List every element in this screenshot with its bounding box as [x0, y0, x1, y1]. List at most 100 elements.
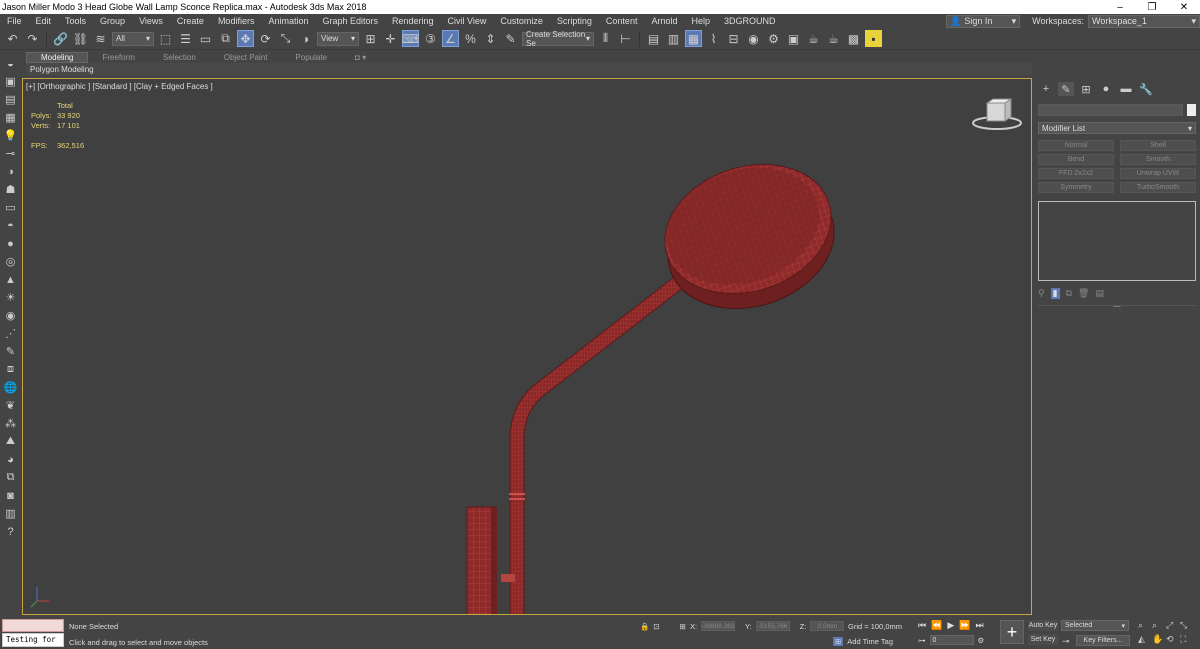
orbit-icon[interactable]: ⟲ [1166, 634, 1180, 645]
select-by-name-icon[interactable]: ☰ [177, 30, 194, 47]
globe-icon[interactable]: 🌐 [3, 380, 18, 395]
pin-stack-icon[interactable]: ⚲ [1038, 288, 1045, 299]
sign-in-button[interactable]: 👤 Sign In ▾ [946, 14, 1021, 28]
create-box-icon[interactable]: ▣ [3, 74, 18, 89]
menu-create[interactable]: Create [170, 16, 211, 26]
zoom-extents-icon[interactable]: ⤢ [1166, 620, 1180, 631]
plane-icon[interactable]: ▭ [3, 200, 18, 215]
add-time-tag[interactable]: ⊞ Add Time Tag [833, 637, 893, 646]
set-key-button[interactable]: Set Key [1028, 634, 1058, 645]
key-selection-dropdown[interactable]: Selected ▾ [1061, 620, 1129, 631]
modifier-unwrap-button[interactable]: Unwrap UVW [1120, 168, 1196, 179]
hair-icon[interactable]: ⋰ [3, 326, 18, 341]
list-icon[interactable]: ▤ [3, 92, 18, 107]
lock-selection-icon[interactable]: 🔒 [640, 622, 649, 631]
set-keys-icon[interactable]: + [1000, 620, 1024, 644]
menu-civil-view[interactable]: Civil View [441, 16, 494, 26]
select-object-icon[interactable]: ⬚ [157, 30, 174, 47]
motion-tab-icon[interactable]: ● [1098, 82, 1114, 96]
goto-start-icon[interactable]: ⏮ [918, 620, 926, 631]
bind-spacewarp-icon[interactable]: ≋ [92, 30, 109, 47]
help-icon[interactable]: ? [3, 524, 18, 539]
edit-named-selection-icon[interactable]: ✎ [502, 30, 519, 47]
key-filters-button[interactable]: Key Filters... [1076, 635, 1130, 646]
isolate-icon[interactable]: ⊡ [653, 622, 659, 631]
hierarchy-tab-icon[interactable]: ⊞ [1078, 82, 1094, 96]
modifier-smooth-button[interactable]: Smooth [1120, 154, 1196, 165]
tab-freeform[interactable]: Freeform [88, 53, 148, 62]
sound-icon[interactable]: ◑ [3, 164, 18, 179]
render-production-icon[interactable]: ☕ [805, 30, 822, 47]
reference-coordinate-dropdown[interactable]: View ▾ [317, 31, 359, 46]
utilities-tab-icon[interactable]: 🔧 [1138, 82, 1154, 96]
select-move-icon[interactable]: ✥ [237, 30, 254, 47]
tab-selection[interactable]: Selection [149, 53, 210, 62]
helper-icon[interactable]: ⊸ [3, 146, 18, 161]
time-config-icon[interactable]: ⚙ [978, 636, 985, 645]
menu-modifiers[interactable]: Modifiers [211, 16, 262, 26]
modifier-ffd-button[interactable]: FFD 2x2x2 [1038, 168, 1114, 179]
cube-plus-icon[interactable]: ⧉ [3, 470, 18, 485]
workspace-dropdown[interactable]: Workspace_1 ▾ [1088, 14, 1200, 28]
menu-file[interactable]: File [0, 16, 29, 26]
redo-icon[interactable]: ↷ [24, 30, 41, 47]
menu-scripting[interactable]: Scripting [550, 16, 599, 26]
object-name-field[interactable] [1038, 104, 1183, 116]
angle-snap-icon[interactable]: ∠ [442, 30, 459, 47]
zoom-icon[interactable]: ⌕ [1138, 620, 1152, 631]
pan-icon[interactable]: ✋ [1152, 634, 1166, 645]
split-icon[interactable]: ▥ [3, 506, 18, 521]
schematic-view-icon[interactable]: ⊟ [725, 30, 742, 47]
menu-rendering[interactable]: Rendering [385, 16, 441, 26]
unlink-icon[interactable]: ⛓ [72, 30, 89, 47]
close-button[interactable]: ✕ [1168, 2, 1200, 13]
field-of-view-icon[interactable]: ◭ [1138, 634, 1152, 645]
z-coordinate-field[interactable]: 0,0mm [810, 621, 845, 631]
configure-sets-icon[interactable]: ▤ [1095, 288, 1104, 299]
dome-icon[interactable]: ◓ [3, 218, 18, 233]
cone-icon[interactable]: ▲ [3, 272, 18, 287]
next-frame-icon[interactable]: ⏩ [959, 620, 970, 631]
plant-icon[interactable]: ❦ [3, 398, 18, 413]
menu-edit[interactable]: Edit [29, 16, 59, 26]
key-mode-icon[interactable]: ⊶ [918, 636, 926, 645]
previous-frame-icon[interactable]: ⏪ [931, 620, 942, 631]
rendered-frame-window-icon[interactable]: ▣ [785, 30, 802, 47]
sun-icon[interactable]: ☀ [3, 290, 18, 305]
scene-explorer-icon[interactable]: ▤ [645, 30, 662, 47]
ribbon-toggle-icon[interactable]: ▦ [685, 30, 702, 47]
menu-3dground[interactable]: 3DGROUND [717, 16, 783, 26]
material-editor-icon[interactable]: ◉ [745, 30, 762, 47]
selection-filter-dropdown[interactable]: All ▾ [112, 31, 154, 46]
minimize-button[interactable]: – [1104, 2, 1136, 13]
teapot-icon[interactable]: ☗ [3, 182, 18, 197]
select-place-icon[interactable]: ◑ [297, 30, 314, 47]
make-unique-icon[interactable]: ⧉ [1066, 288, 1072, 299]
plugin-yellow-icon[interactable]: ▪ [865, 30, 882, 47]
menu-views[interactable]: Views [132, 16, 170, 26]
y-coordinate-field[interactable]: -5155,766 [755, 621, 790, 631]
undo-icon[interactable]: ↶ [4, 30, 21, 47]
spinner-snap-icon[interactable]: ⇕ [482, 30, 499, 47]
select-scale-icon[interactable]: ⤡ [277, 30, 294, 47]
modifier-turbosmooth-button[interactable]: TurboSmooth [1120, 182, 1196, 193]
lamp-model[interactable] [23, 79, 1032, 615]
align-icon[interactable]: ⊢ [617, 30, 634, 47]
sphere-gloss-icon[interactable]: ◕ [3, 452, 18, 467]
sphere-icon[interactable]: ● [3, 236, 18, 251]
rect-selection-icon[interactable]: ▭ [197, 30, 214, 47]
ribbon-panel-label[interactable]: Polygon Modeling [26, 63, 1032, 75]
torus-icon[interactable]: ◎ [3, 254, 18, 269]
render-setup-icon[interactable]: ⚙ [765, 30, 782, 47]
maxscript-listener-input[interactable]: Testing for : [2, 633, 64, 649]
modify-tab-icon[interactable]: ✎ [1058, 82, 1074, 96]
camera-icon[interactable]: ◙ [3, 488, 18, 503]
select-rotate-icon[interactable]: ⟳ [257, 30, 274, 47]
menu-group[interactable]: Group [93, 16, 132, 26]
keyboard-shortcut-override-icon[interactable]: ⌨ [402, 30, 419, 47]
particle-icon[interactable]: ⁂ [3, 416, 18, 431]
x-coordinate-field[interactable]: -36888,363 [701, 621, 736, 631]
mirror-icon[interactable]: ⫴ [597, 30, 614, 47]
show-end-result-icon[interactable]: ▮ [1050, 287, 1060, 299]
snaps-toggle-icon[interactable]: ③ [422, 30, 439, 47]
